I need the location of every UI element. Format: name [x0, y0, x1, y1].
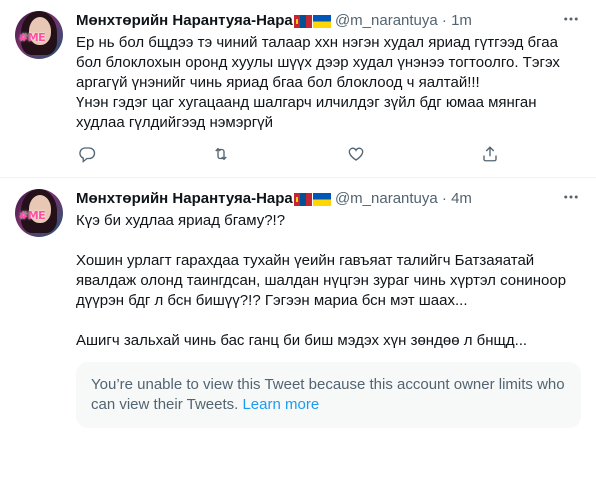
more-icon[interactable] — [560, 186, 582, 208]
tweet-timestamp[interactable]: 4m — [451, 190, 472, 207]
tweet-timestamp[interactable]: 1m — [451, 12, 472, 29]
separator-dot: · — [441, 12, 447, 29]
mongolia-flag-icon — [293, 193, 312, 206]
reply-icon[interactable] — [76, 143, 98, 165]
more-icon[interactable] — [560, 8, 582, 30]
user-handle[interactable]: @m_narantuya — [335, 190, 438, 207]
share-icon[interactable] — [479, 143, 501, 165]
like-icon[interactable] — [345, 143, 367, 165]
tweet-header: Мөнхтөрийн Нарантуяа-Нара @m_narantuya ·… — [76, 189, 472, 209]
avatar[interactable]: #ME — [15, 189, 63, 237]
avatar-logo-text: #ME — [19, 31, 46, 44]
tweet[interactable]: #ME Мөнхтөрийн Нарантуяа-Нара @m_narantu… — [0, 0, 596, 178]
avatar-logo-text: #ME — [19, 209, 46, 222]
retweet-icon[interactable] — [210, 143, 232, 165]
user-handle[interactable]: @m_narantuya — [335, 12, 438, 29]
tweet-text: Ер нь бол бщдээ тэ чиний талаар ххн нэгэ… — [76, 34, 560, 131]
tweet[interactable]: #ME Мөнхтөрийн Нарантуяа-Нара @m_narantu… — [0, 178, 596, 499]
tweet-header: Мөнхтөрийн Нарантуяа-Нара @m_narantuya ·… — [76, 11, 472, 31]
ukraine-flag-icon — [312, 15, 331, 28]
ukraine-flag-icon — [312, 193, 331, 206]
avatar[interactable]: #ME — [15, 11, 63, 59]
display-name[interactable]: Мөнхтөрийн Нарантуяа-Нара — [76, 12, 293, 29]
learn-more-link[interactable]: Learn more — [242, 396, 319, 413]
restricted-message: You’re unable to view this Tweet because… — [91, 376, 565, 413]
tweet-text: Күэ би худлаа яриад бгаму?!? Хошин урлаг… — [76, 212, 567, 349]
separator-dot: · — [441, 190, 447, 207]
mongolia-flag-icon — [293, 15, 312, 28]
restricted-quote-box: You’re unable to view this Tweet because… — [76, 362, 581, 428]
display-name[interactable]: Мөнхтөрийн Нарантуяа-Нара — [76, 190, 293, 207]
tweet-actions — [76, 143, 501, 165]
